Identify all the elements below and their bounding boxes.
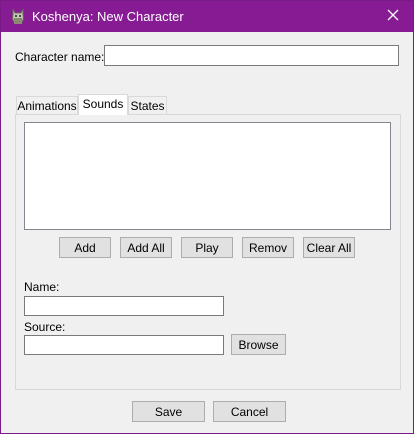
tab-animations-label: Animations bbox=[17, 99, 77, 113]
add-button[interactable]: Add bbox=[59, 237, 111, 258]
sound-name-label: Name: bbox=[24, 280, 60, 294]
save-button[interactable]: Save bbox=[132, 401, 205, 422]
cancel-button[interactable]: Cancel bbox=[213, 401, 286, 422]
tab-states-label: States bbox=[130, 99, 165, 113]
tab-sounds-label: Sounds bbox=[82, 97, 124, 111]
sound-source-label: Source: bbox=[24, 320, 66, 334]
remove-button[interactable]: Remov bbox=[242, 237, 294, 258]
sound-source-input[interactable] bbox=[24, 335, 224, 355]
koshenya-cat-icon bbox=[10, 8, 26, 25]
add-all-button[interactable]: Add All bbox=[120, 237, 172, 258]
browse-button[interactable]: Browse bbox=[231, 334, 286, 355]
sound-name-input[interactable] bbox=[24, 296, 224, 316]
clear-all-button[interactable]: Clear All bbox=[303, 237, 355, 258]
close-button[interactable] bbox=[373, 1, 413, 32]
title-bar[interactable]: Koshenya: New Character bbox=[1, 1, 413, 32]
character-name-label: Character name: bbox=[15, 50, 105, 64]
sounds-list[interactable] bbox=[24, 122, 391, 230]
character-name-input[interactable] bbox=[104, 45, 399, 66]
close-icon bbox=[387, 9, 399, 24]
tab-animations[interactable]: Animations bbox=[16, 96, 78, 115]
play-button[interactable]: Play bbox=[181, 237, 233, 258]
tab-sounds[interactable]: Sounds bbox=[78, 94, 128, 115]
new-character-window: Koshenya: New Character Character name: … bbox=[0, 0, 414, 434]
tab-states[interactable]: States bbox=[128, 96, 167, 115]
window-title: Koshenya: New Character bbox=[32, 9, 184, 24]
